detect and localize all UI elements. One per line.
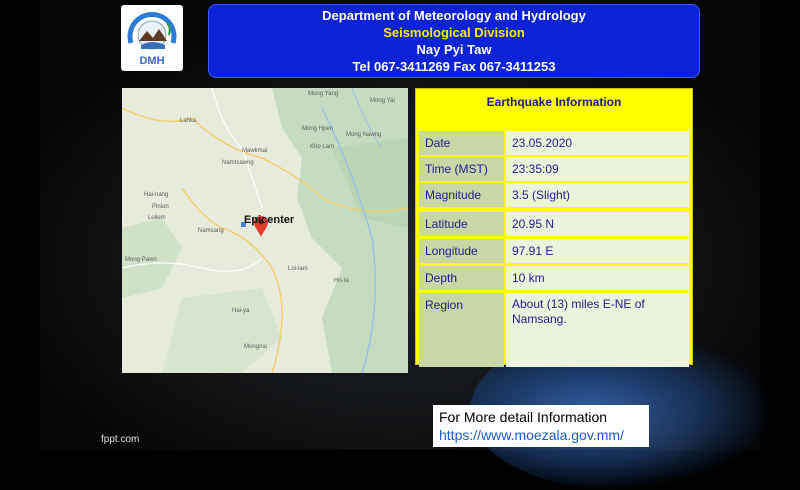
moezala-link[interactable]: https://www.moezala.gov.mm/: [439, 427, 624, 443]
place-label: Kho Lam: [310, 144, 335, 150]
place-label: Mong Yai: [370, 98, 395, 104]
info-value: 3.5 (Slight): [506, 183, 689, 207]
epicenter-label: Epicenter: [244, 214, 295, 226]
place-label: Hai-nang: [144, 192, 169, 198]
info-value: 10 km: [506, 266, 689, 290]
contact-line: Tel 067-3411269 Fax 067-3411253: [352, 59, 556, 74]
info-value: About (13) miles E-NE of Namsang.: [506, 293, 689, 367]
info-label: Magnitude: [419, 183, 504, 207]
info-row-time: Time (MST) 23:35:09: [419, 157, 689, 181]
info-value: 23:35:09: [506, 157, 689, 181]
place-label: Mawkmai: [242, 148, 268, 154]
place-label: Loi-lam: [288, 266, 308, 272]
info-label: Latitude: [419, 212, 504, 236]
info-label: Depth: [419, 266, 504, 290]
epicenter-map: Mong Yang Lahka Mong Hpen Mawkmai Mong N…: [122, 88, 408, 373]
info-row-longitude: Longitude 97.91 E: [419, 239, 689, 263]
footer-source: fppt.com: [101, 434, 140, 445]
info-label: Longitude: [419, 239, 504, 263]
info-row-depth: Depth 10 km: [419, 266, 689, 290]
dmh-logo-icon: DMH: [127, 11, 177, 67]
earthquake-info-panel: Earthquake Information Date 23.05.2020 T…: [415, 88, 693, 367]
place-label: Hai-ya: [232, 308, 250, 314]
place-label: Mong Hpen: [302, 126, 334, 132]
place-label: Mong Yang: [308, 91, 339, 97]
place-label: Mong Pawn: [125, 257, 157, 263]
info-title: Earthquake Information: [486, 95, 622, 109]
svg-text:DMH: DMH: [139, 55, 164, 67]
dmh-logo: DMH: [121, 5, 183, 71]
place-label: Pinion: [152, 204, 169, 210]
place-label: Mongnai: [244, 344, 268, 350]
info-row-region: Region About (13) miles E-NE of Namsang.: [419, 293, 689, 367]
more-info-box: For More detail Information https://www.…: [433, 405, 649, 447]
info-label: Region: [419, 293, 504, 367]
info-label: Date: [419, 131, 504, 155]
place-label: Namtsawng: [222, 160, 254, 166]
place-label: Loilem: [148, 215, 166, 221]
place-label: Ho-ta: [334, 278, 349, 284]
info-value: 23.05.2020: [506, 131, 689, 155]
info-row-latitude: Latitude 20.95 N: [419, 212, 689, 236]
info-label: Time (MST): [419, 157, 504, 181]
more-info-label: For More detail Information: [439, 409, 608, 425]
department-title: Department of Meteorology and Hydrology: [322, 8, 586, 23]
map-terrain: [122, 88, 408, 373]
place-label: Lahka: [180, 118, 197, 124]
info-value: 97.91 E: [506, 239, 689, 263]
division-title: Seismological Division: [383, 25, 525, 40]
place-label: Mong Nawng: [346, 132, 382, 138]
header-banner: Department of Meteorology and Hydrology …: [208, 4, 700, 78]
info-row-date: Date 23.05.2020: [419, 131, 689, 155]
place-label: Namsang: [198, 228, 224, 234]
info-value: 20.95 N: [506, 212, 689, 236]
city-label: Nay Pyi Taw: [416, 42, 492, 57]
info-row-magnitude: Magnitude 3.5 (Slight): [419, 183, 689, 207]
